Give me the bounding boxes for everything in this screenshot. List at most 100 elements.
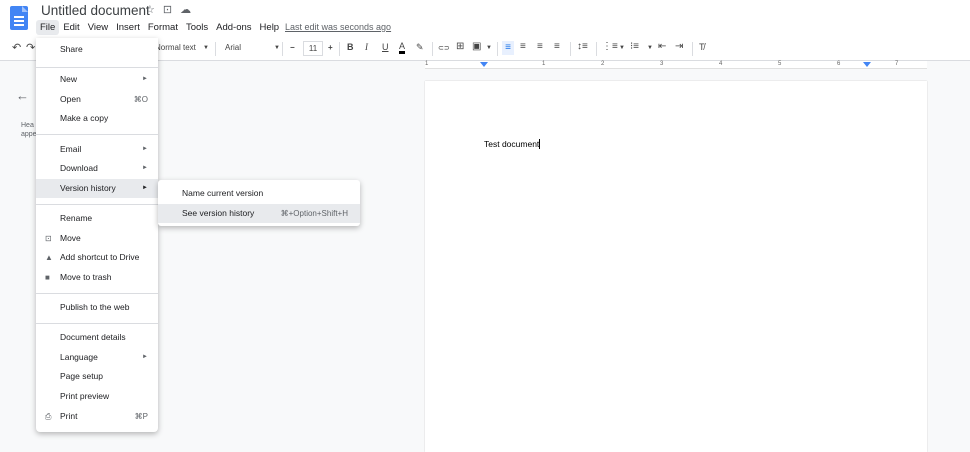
menubar: File Edit View Insert Format Tools Add-o… xyxy=(36,20,283,35)
ruler-number: 4 xyxy=(719,61,723,67)
decrease-indent-icon[interactable]: ⇤ xyxy=(658,41,666,52)
menu-view[interactable]: View xyxy=(84,20,112,35)
decrease-font-button[interactable]: − xyxy=(290,43,295,52)
menu-item-download[interactable]: Download ► xyxy=(36,159,158,178)
numbered-list-icon[interactable]: ⋮≡ xyxy=(602,41,618,52)
menu-item-new[interactable]: New ► xyxy=(36,70,158,89)
menu-item-make-copy[interactable]: Make a copy xyxy=(36,109,158,128)
submenu-arrow-icon: ► xyxy=(142,165,148,171)
align-center-icon[interactable]: ≡ xyxy=(520,41,526,52)
menu-item-email[interactable]: Email ► xyxy=(36,140,158,159)
menu-item-open[interactable]: Open ⌘O xyxy=(36,90,158,109)
menu-file[interactable]: File xyxy=(36,20,60,35)
font-dropdown[interactable]: Arial xyxy=(225,43,241,52)
printer-icon: ⎙ xyxy=(45,412,52,421)
style-dropdown[interactable]: Normal text xyxy=(155,43,196,52)
link-icon[interactable]: ⊂⊃ xyxy=(438,44,450,52)
menu-item-page-setup[interactable]: Page setup xyxy=(36,367,158,386)
menu-item-print-preview[interactable]: Print preview xyxy=(36,387,158,406)
menu-item-label: Email xyxy=(60,144,82,154)
text-color-button[interactable]: A xyxy=(399,41,406,54)
increase-indent-icon[interactable]: ⇥ xyxy=(675,41,683,52)
submenu-arrow-icon: ► xyxy=(142,146,148,152)
ruler-number: 1 xyxy=(425,61,429,67)
divider xyxy=(596,42,597,56)
add-comment-icon[interactable]: ⊞ xyxy=(456,41,464,52)
version-history-submenu: Name current version See version history… xyxy=(158,180,360,226)
menu-help[interactable]: Help xyxy=(256,20,284,35)
menu-item-move-trash[interactable]: ■ Move to trash xyxy=(36,268,158,287)
bold-button[interactable]: B xyxy=(347,42,354,52)
underline-button[interactable]: U xyxy=(382,42,389,52)
menu-item-label: Open xyxy=(60,94,81,104)
menu-item-see-version-history[interactable]: See version history ⌘+Option+Shift+H xyxy=(158,204,360,223)
italic-button[interactable]: I xyxy=(365,42,368,52)
right-indent-marker-icon[interactable] xyxy=(863,62,871,67)
menu-tools[interactable]: Tools xyxy=(182,20,212,35)
menu-item-label: Download xyxy=(60,163,98,173)
submenu-arrow-icon: ► xyxy=(142,76,148,82)
menu-item-rename[interactable]: Rename xyxy=(36,209,158,228)
body-text: Test document xyxy=(484,139,540,149)
submenu-arrow-icon: ► xyxy=(142,354,148,360)
cloud-status-icon[interactable]: ☁ xyxy=(180,3,191,16)
menu-item-label: Language xyxy=(60,352,98,362)
menu-item-share[interactable]: Share xyxy=(36,40,158,59)
menu-item-label: Name current version xyxy=(182,188,264,198)
menu-item-publish[interactable]: Publish to the web xyxy=(36,298,158,317)
menu-format[interactable]: Format xyxy=(144,20,182,35)
align-justify-icon[interactable]: ≡ xyxy=(554,41,560,52)
menu-item-label: See version history xyxy=(182,208,255,218)
file-menu: Share New ► Open ⌘O Make a copy Email ► Dow… xyxy=(36,38,158,432)
ruler-number: 6 xyxy=(837,61,841,67)
insert-image-icon[interactable]: ▣ xyxy=(472,41,481,52)
document-body[interactable]: Test document xyxy=(484,139,541,149)
document-page[interactable]: Test document xyxy=(425,81,927,452)
menu-item-label: Add shortcut to Drive xyxy=(60,252,140,262)
menu-item-move[interactable]: ⊡ Move xyxy=(36,229,158,248)
move-folder-icon[interactable]: ⊡ xyxy=(163,3,172,16)
divider xyxy=(570,42,571,56)
highlight-icon[interactable]: ✎ xyxy=(416,42,424,53)
undo-icon[interactable]: ↶ xyxy=(12,41,21,54)
left-indent-marker-icon[interactable] xyxy=(480,62,488,67)
menu-addons[interactable]: Add-ons xyxy=(212,20,255,35)
ruler-number: 3 xyxy=(660,61,664,67)
menu-item-label: Make a copy xyxy=(60,113,109,123)
star-icon[interactable]: ☆ xyxy=(145,3,155,16)
text-cursor xyxy=(539,139,541,149)
menu-item-version-history[interactable]: Version history ► xyxy=(36,179,158,198)
drive-shortcut-icon: ▲ xyxy=(45,253,53,262)
docs-logo-icon[interactable] xyxy=(10,6,28,30)
last-edit-link[interactable]: Last edit was seconds ago xyxy=(285,22,391,32)
menu-item-add-shortcut[interactable]: ▲ Add shortcut to Drive xyxy=(36,248,158,267)
clear-formatting-icon[interactable]: T̸ xyxy=(699,42,705,52)
bulleted-list-chevron-icon: ▼ xyxy=(647,45,653,51)
menu-item-language[interactable]: Language ► xyxy=(36,348,158,367)
menu-item-label: Rename xyxy=(60,213,93,223)
divider xyxy=(282,42,283,56)
ruler-number: 7 xyxy=(895,61,899,67)
line-spacing-icon[interactable]: ↕≡ xyxy=(577,41,588,52)
font-size-input[interactable]: 11 xyxy=(303,41,323,56)
close-outline-icon[interactable]: ← xyxy=(16,88,29,103)
bulleted-list-icon[interactable]: ⁝≡ xyxy=(630,41,639,52)
menu-item-document-details[interactable]: Document details xyxy=(36,328,158,347)
menu-item-label: Move xyxy=(60,233,81,243)
menu-item-label: Publish to the web xyxy=(60,302,130,312)
menu-item-label: Print xyxy=(60,411,78,421)
shortcut: ⌘P xyxy=(134,412,148,421)
menu-edit[interactable]: Edit xyxy=(59,20,83,35)
align-right-icon[interactable]: ≡ xyxy=(537,41,543,52)
increase-font-button[interactable]: + xyxy=(328,43,333,52)
menu-item-print[interactable]: ⎙ Print ⌘P xyxy=(36,407,158,426)
font-chevron-icon: ▼ xyxy=(274,45,280,51)
document-title[interactable]: Untitled document xyxy=(41,3,150,18)
redo-icon[interactable]: ↷ xyxy=(26,41,35,54)
align-left-icon[interactable]: ≡ xyxy=(502,41,514,55)
menu-item-label: Print preview xyxy=(60,391,110,401)
outline-text-line: Hea xyxy=(21,122,34,129)
horizontal-ruler[interactable]: 1 1 2 3 4 5 6 7 xyxy=(425,61,927,69)
menu-item-name-version[interactable]: Name current version xyxy=(158,184,360,203)
menu-insert[interactable]: Insert xyxy=(112,20,144,35)
